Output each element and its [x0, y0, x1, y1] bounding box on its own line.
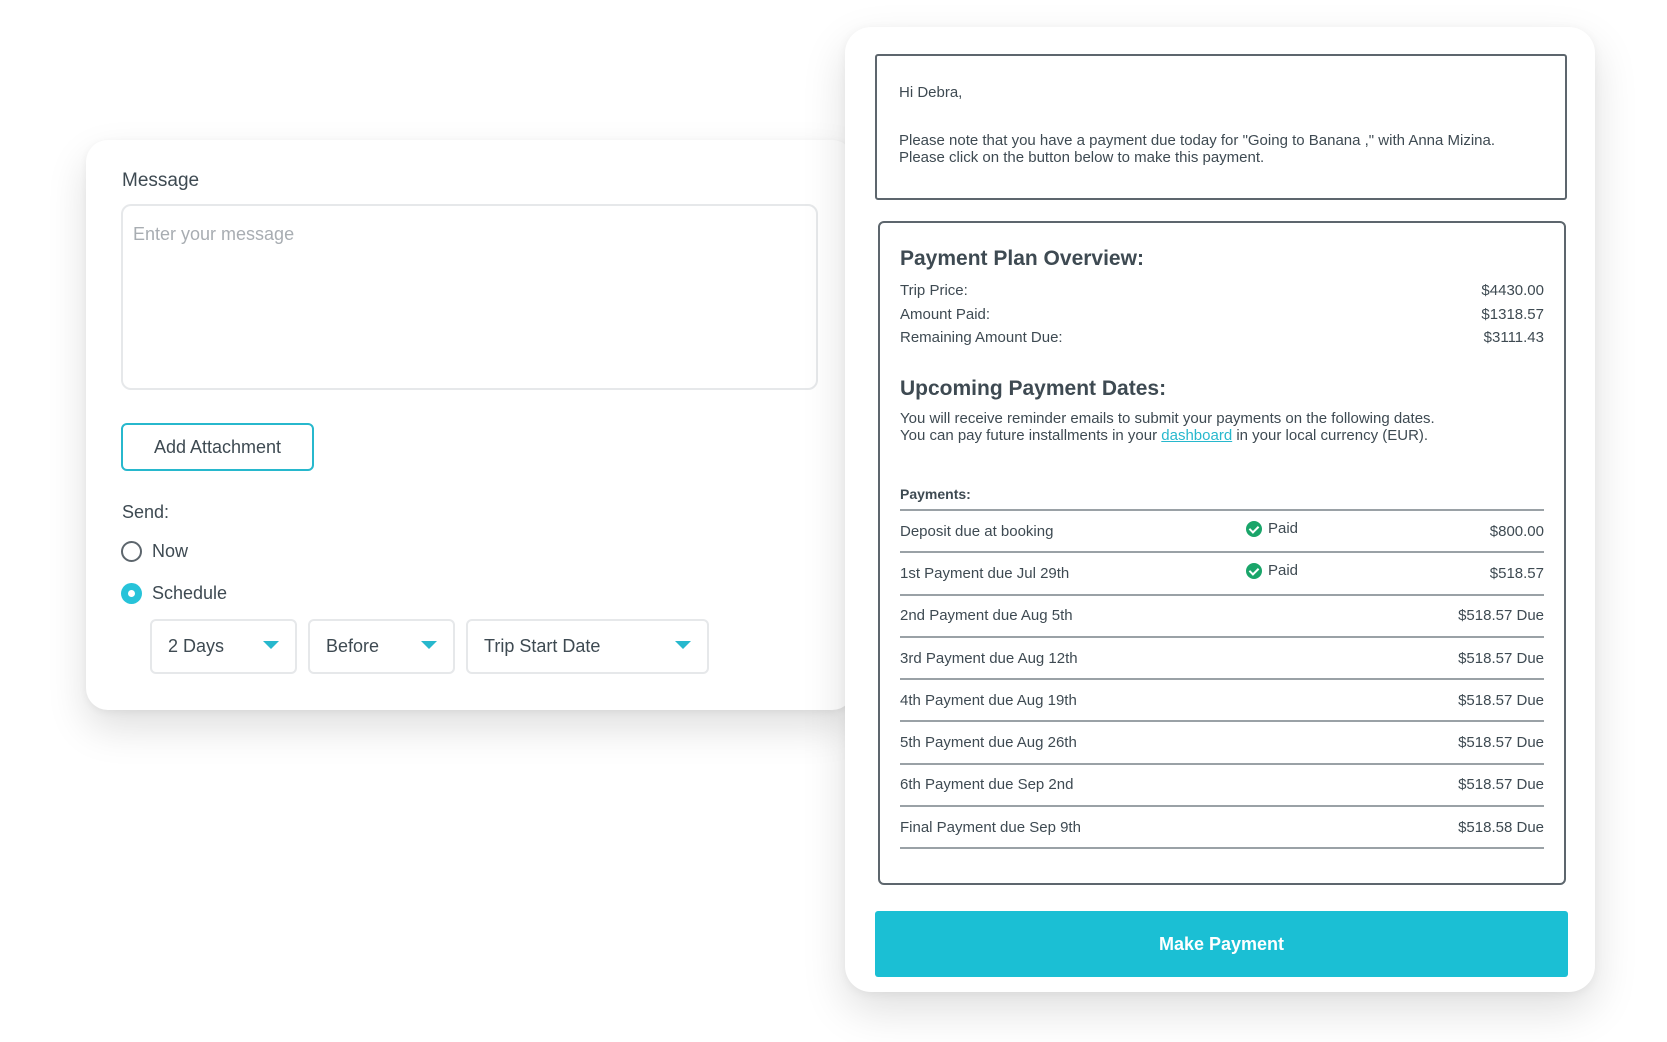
amount-paid-value: $1318.57 [1481, 306, 1544, 323]
payments-table: Deposit due at booking Paid $800.00 1st … [900, 509, 1544, 850]
upcoming-dates-text: You will receive reminder emails to subm… [900, 410, 1435, 444]
payment-amount: $518.57 Due [1458, 776, 1544, 794]
payment-amount: $518.57 Due [1458, 649, 1544, 667]
table-row: Deposit due at booking Paid $800.00 [900, 511, 1544, 554]
status-badge: Paid [1246, 562, 1298, 579]
schedule-anchor-value: Trip Start Date [484, 636, 601, 656]
status-text: Paid [1268, 562, 1299, 580]
add-attachment-button[interactable]: Add Attachment [121, 423, 314, 471]
payment-desc: 5th Payment due Aug 26th [900, 734, 1077, 752]
send-now-label: Now [152, 541, 189, 561]
send-label: Send: [122, 502, 170, 522]
schedule-offset-value: 2 Days [168, 636, 225, 656]
table-row: 2nd Payment due Aug 5th $518.57 Due [900, 596, 1544, 638]
upcoming-line-2-end: in your local currency (EUR). [1232, 427, 1429, 444]
table-row: Final Payment due Sep 9th $518.58 Due [900, 807, 1544, 850]
payment-amount: $518.57 Due [1458, 607, 1544, 625]
dashboard-link[interactable]: dashboard [1161, 427, 1232, 444]
table-row: 5th Payment due Aug 26th $518.57 Due [900, 722, 1544, 765]
payment-plan-title: Payment Plan Overview: [900, 247, 1144, 270]
make-payment-button[interactable]: Make Payment [875, 911, 1568, 977]
email-greeting: Hi Debra, [899, 84, 963, 101]
radio-now[interactable] [121, 541, 142, 562]
trip-price-value: $4430.00 [1481, 282, 1544, 299]
upcoming-dates-title: Upcoming Payment Dates: [900, 377, 1167, 400]
message-composer-card: Message Add Attachment Send: Now Schedul… [86, 140, 854, 710]
radio-schedule[interactable] [121, 583, 142, 604]
schedule-offset-select[interactable]: 2 Days [150, 619, 297, 674]
remaining-due-label: Remaining Amount Due: [900, 329, 1063, 346]
check-circle-icon [1246, 520, 1262, 537]
payments-label: Payments: [900, 486, 971, 502]
payment-desc: 4th Payment due Aug 19th [900, 691, 1077, 709]
remaining-due-row: Remaining Amount Due: $3111.43 [900, 329, 1544, 346]
payment-desc: 6th Payment due Sep 2nd [900, 776, 1074, 794]
upcoming-line-1: You will receive reminder emails to subm… [900, 410, 1435, 427]
email-body: Please note that you have a payment due … [899, 132, 1496, 166]
payment-desc: 3rd Payment due Aug 12th [900, 649, 1078, 667]
schedule-relation-value: Before [326, 636, 380, 656]
payment-amount: $518.57 [1489, 564, 1544, 582]
payment-amount: $518.58 Due [1458, 818, 1544, 836]
status-text: Paid [1268, 520, 1299, 537]
payment-amount: $800.00 [1489, 522, 1544, 540]
table-row: 1st Payment due Jul 29th Paid $518.57 [900, 553, 1544, 596]
chevron-down-icon [263, 641, 279, 649]
message-input[interactable] [121, 204, 818, 390]
trip-price-row: Trip Price: $4430.00 [900, 282, 1544, 299]
table-row: 6th Payment due Sep 2nd $518.57 Due [900, 765, 1544, 808]
payment-amount: $518.57 Due [1458, 691, 1544, 709]
trip-price-label: Trip Price: [900, 282, 968, 299]
chevron-down-icon [421, 641, 437, 649]
remaining-due-value: $3111.43 [1483, 329, 1544, 346]
send-schedule-label: Schedule [152, 583, 228, 603]
email-preview-card: Hi Debra, Please note that you have a pa… [845, 27, 1595, 992]
payment-desc: Deposit due at booking [900, 522, 1054, 540]
payment-plan-box: Payment Plan Overview: Trip Price: $4430… [878, 221, 1566, 885]
email-message-box: Hi Debra, Please note that you have a pa… [875, 54, 1567, 200]
payment-desc: 1st Payment due Jul 29th [900, 564, 1070, 582]
status-badge: Paid [1246, 520, 1298, 537]
upcoming-line-2: You can pay future installments in your … [900, 427, 1435, 444]
send-schedule-option[interactable]: Schedule [121, 583, 227, 604]
check-circle-icon [1246, 562, 1262, 579]
amount-paid-label: Amount Paid: [900, 306, 991, 323]
schedule-anchor-select[interactable]: Trip Start Date [466, 619, 709, 674]
payment-desc: 2nd Payment due Aug 5th [900, 607, 1073, 625]
payment-amount: $518.57 Due [1458, 734, 1544, 752]
chevron-down-icon [675, 641, 691, 649]
amount-paid-row: Amount Paid: $1318.57 [900, 306, 1544, 323]
send-now-option[interactable]: Now [121, 541, 188, 562]
table-row: 3rd Payment due Aug 12th $518.57 Due [900, 638, 1544, 681]
schedule-relation-select[interactable]: Before [308, 619, 455, 674]
upcoming-line-2-start: You can pay future installments in your [900, 427, 1162, 444]
table-row: 4th Payment due Aug 19th $518.57 Due [900, 680, 1544, 723]
message-label: Message [122, 170, 200, 191]
payment-desc: Final Payment due Sep 9th [900, 818, 1081, 836]
